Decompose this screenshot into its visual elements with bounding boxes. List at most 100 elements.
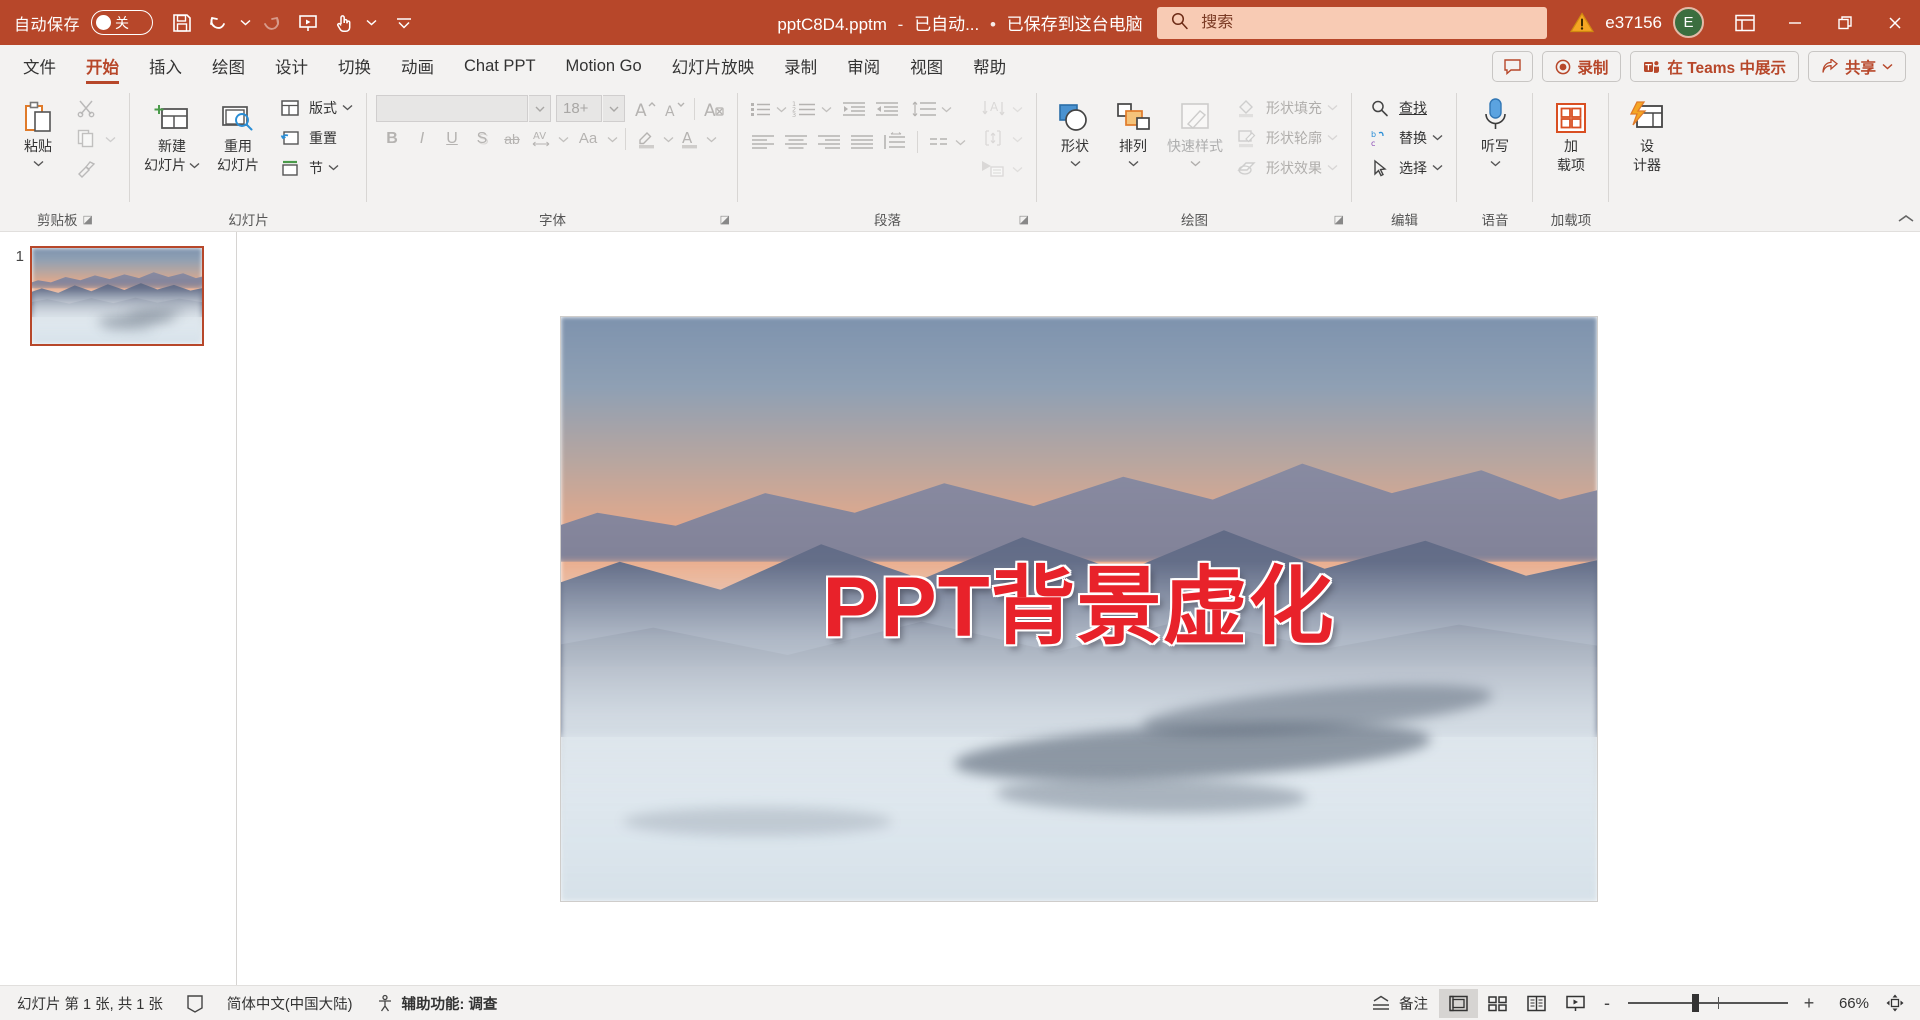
shape-fill-chevron-down-icon bbox=[1327, 105, 1338, 111]
select-button[interactable]: 选择 bbox=[1361, 154, 1448, 181]
undo-chevron-down-icon[interactable] bbox=[237, 8, 253, 38]
tab-motion-go[interactable]: Motion Go bbox=[551, 47, 657, 85]
thumbnail-number: 1 bbox=[15, 248, 24, 265]
dictate-chevron-down-icon[interactable] bbox=[1490, 157, 1501, 170]
zoom-in-button[interactable]: + bbox=[1797, 993, 1821, 1014]
zoom-midpoint-tick bbox=[1717, 997, 1720, 1009]
autosave-state: 关 bbox=[115, 14, 130, 31]
tab-design[interactable]: 设计 bbox=[260, 47, 323, 85]
ribbon-display-options-icon[interactable] bbox=[1720, 0, 1770, 45]
tab-animations[interactable]: 动画 bbox=[386, 47, 449, 85]
doc-autosave-status: 已自动... bbox=[914, 15, 980, 34]
tab-chat-ppt[interactable]: Chat PPT bbox=[449, 47, 551, 85]
drawing-dialog-launcher-icon[interactable]: ◪ bbox=[1334, 213, 1344, 226]
replace-button[interactable]: bc 替换 bbox=[1361, 124, 1448, 151]
svg-text:AV: AV bbox=[533, 131, 546, 142]
paragraph-dialog-launcher-icon[interactable]: ◪ bbox=[1019, 213, 1029, 226]
paste-chevron-down-icon[interactable] bbox=[33, 157, 44, 170]
shapes-button[interactable]: 形状 bbox=[1046, 90, 1104, 174]
slide-title-text[interactable]: PPT背景虚化 bbox=[561, 538, 1597, 661]
designer-button[interactable]: 设 计器 bbox=[1618, 90, 1676, 178]
layout-button[interactable]: 版式 bbox=[271, 94, 358, 121]
slide-1[interactable]: PPT背景虚化 bbox=[560, 316, 1597, 901]
reset-button[interactable]: 重置 bbox=[271, 124, 358, 151]
avatar[interactable]: E bbox=[1673, 7, 1704, 38]
zoom-slider[interactable] bbox=[1628, 994, 1788, 1012]
new-slide-button[interactable]: 新建 幻灯片 bbox=[139, 90, 205, 178]
arrange-chevron-down-icon[interactable] bbox=[1128, 157, 1139, 170]
start-slideshow-icon[interactable] bbox=[291, 6, 325, 40]
tab-help[interactable]: 帮助 bbox=[958, 47, 1021, 85]
select-chevron-down-icon bbox=[1432, 164, 1443, 171]
tab-file[interactable]: 文件 bbox=[8, 47, 71, 85]
change-case-chevron-down-icon bbox=[607, 130, 618, 148]
copy-button bbox=[67, 124, 121, 151]
zoom-knob[interactable] bbox=[1692, 994, 1699, 1012]
minimize-button[interactable] bbox=[1770, 0, 1820, 45]
tab-review[interactable]: 审阅 bbox=[832, 47, 895, 85]
undo-icon[interactable] bbox=[201, 6, 235, 40]
paste-button[interactable]: 粘贴 bbox=[9, 90, 67, 174]
zoom-percentage[interactable]: 66% bbox=[1821, 995, 1869, 1012]
reset-label: 重置 bbox=[309, 129, 337, 146]
tab-view[interactable]: 视图 bbox=[895, 47, 958, 85]
section-button[interactable]: 节 bbox=[271, 154, 358, 181]
touch-mode-chevron-down-icon[interactable] bbox=[363, 8, 379, 38]
customize-qat-icon[interactable] bbox=[387, 6, 421, 40]
slideshow-button[interactable] bbox=[1556, 989, 1595, 1018]
tab-insert[interactable]: 插入 bbox=[134, 47, 197, 85]
comments-button[interactable] bbox=[1492, 51, 1534, 82]
tab-draw[interactable]: 绘图 bbox=[197, 47, 260, 85]
normal-view-button[interactable] bbox=[1439, 988, 1478, 1018]
shapes-chevron-down-icon[interactable] bbox=[1070, 157, 1081, 170]
search-input[interactable] bbox=[1201, 13, 1535, 32]
zoom-track[interactable] bbox=[1628, 994, 1788, 1012]
autosave-toggle[interactable]: 关 bbox=[91, 10, 154, 35]
fit-to-window-button[interactable] bbox=[1875, 989, 1914, 1018]
touch-mode-icon[interactable] bbox=[327, 6, 361, 40]
warning-icon[interactable] bbox=[1569, 11, 1595, 34]
font-dialog-launcher-icon[interactable]: ◪ bbox=[720, 213, 730, 226]
record-button[interactable]: 录制 bbox=[1542, 51, 1622, 82]
save-icon[interactable] bbox=[165, 6, 199, 40]
language-status[interactable]: 简体中文(中国大陆) bbox=[216, 988, 364, 1018]
shape-effects-chevron-down-icon bbox=[1327, 165, 1338, 171]
slide-sorter-button[interactable] bbox=[1478, 989, 1517, 1018]
tab-transitions[interactable]: 切换 bbox=[323, 47, 386, 85]
tab-home[interactable]: 开始 bbox=[71, 47, 134, 85]
tab-record[interactable]: 录制 bbox=[769, 47, 832, 85]
thumbnail-item[interactable]: 1 bbox=[0, 246, 236, 346]
addins-button[interactable]: 加 载项 bbox=[1542, 90, 1600, 178]
ribbon-group-paragraph: 123 A 段落 ◪ bbox=[738, 85, 1037, 231]
close-button[interactable] bbox=[1870, 0, 1920, 45]
find-button[interactable]: 查找 bbox=[1361, 94, 1448, 121]
dictate-button[interactable]: 听写 bbox=[1466, 90, 1524, 174]
user-name[interactable]: e37156 bbox=[1605, 13, 1662, 33]
reuse-slides-button[interactable]: 重用 幻灯片 bbox=[205, 90, 271, 178]
slide-canvas-area[interactable]: PPT背景虚化 bbox=[237, 232, 1920, 985]
reuse-slides-icon bbox=[219, 94, 257, 136]
zoom-out-button[interactable]: - bbox=[1595, 993, 1619, 1014]
slide-thumbnail-pane[interactable]: 1 bbox=[0, 232, 237, 985]
notes-button[interactable]: 备注 bbox=[1359, 988, 1439, 1018]
addins-icon bbox=[1553, 94, 1589, 136]
arrange-button[interactable]: 排列 bbox=[1104, 90, 1162, 174]
thumbnail-preview[interactable] bbox=[30, 246, 204, 346]
editing-buttons: 查找 bc 替换 选择 bbox=[1361, 90, 1448, 181]
search-box[interactable] bbox=[1157, 6, 1548, 39]
group-label-font: 字体 ◪ bbox=[367, 206, 738, 231]
clipboard-dialog-launcher-icon[interactable]: ◪ bbox=[83, 213, 93, 226]
spell-check-status[interactable] bbox=[174, 988, 216, 1018]
present-in-teams-button[interactable]: 在 Teams 中展示 bbox=[1630, 51, 1799, 82]
slide-count-status[interactable]: 幻灯片 第 1 张, 共 1 张 bbox=[6, 988, 174, 1018]
restore-button[interactable] bbox=[1820, 0, 1870, 45]
columns-chevron-down-icon bbox=[955, 133, 966, 151]
svg-text:3: 3 bbox=[792, 111, 796, 119]
smartart-chevron-down-icon bbox=[1012, 160, 1023, 176]
collapse-ribbon-icon[interactable] bbox=[1898, 212, 1914, 227]
accessibility-status[interactable]: 辅助功能: 调查 bbox=[364, 988, 509, 1018]
tab-slideshow[interactable]: 幻灯片放映 bbox=[657, 47, 770, 85]
font-label-text: 字体 bbox=[539, 213, 566, 228]
share-button[interactable]: 共享 bbox=[1807, 51, 1906, 82]
reading-view-button[interactable] bbox=[1517, 989, 1556, 1018]
